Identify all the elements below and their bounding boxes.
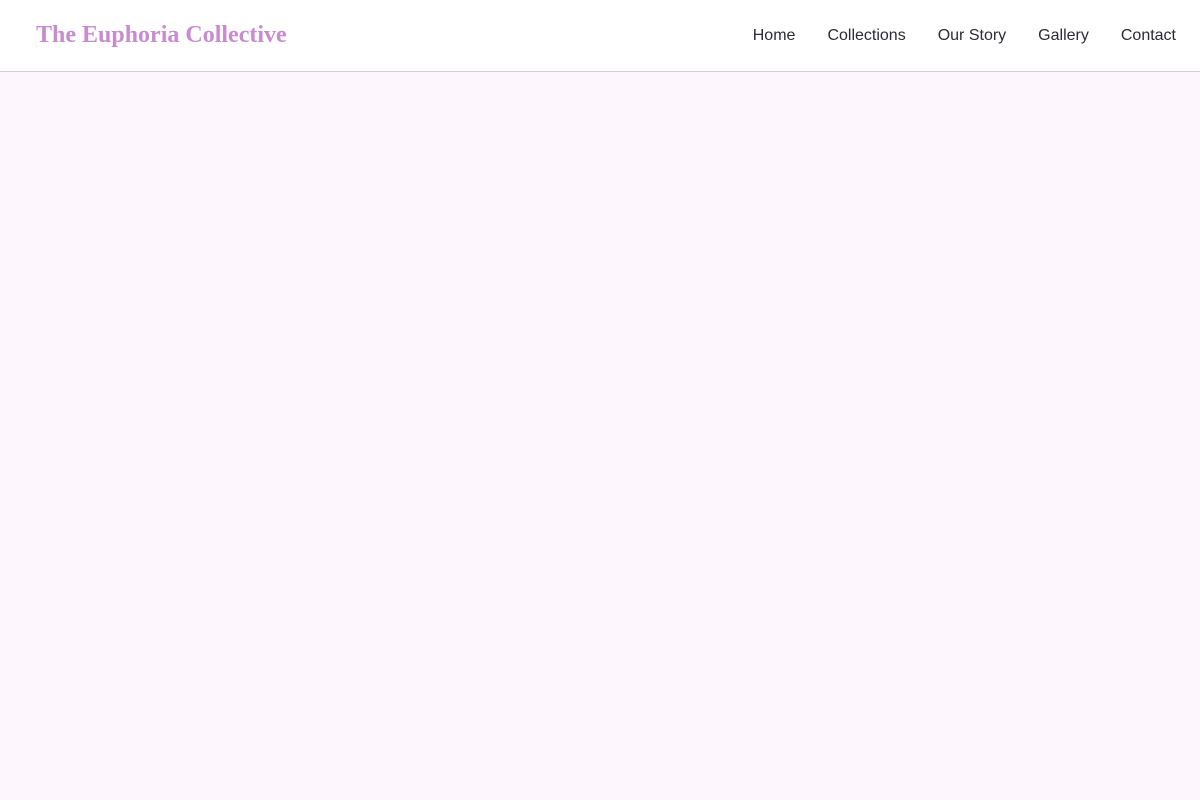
nav-item-collections: Collections: [827, 27, 905, 45]
main-navigation: Home Collections Our Story Gallery Conta…: [753, 27, 1176, 45]
nav-link-gallery[interactable]: Gallery: [1038, 27, 1089, 44]
nav-link-collections[interactable]: Collections: [827, 27, 905, 44]
nav-link-our-story[interactable]: Our Story: [938, 27, 1006, 44]
nav-list: Home Collections Our Story Gallery Conta…: [753, 27, 1176, 45]
nav-item-home: Home: [753, 27, 796, 45]
nav-link-contact[interactable]: Contact: [1121, 27, 1176, 44]
main-content-area: [0, 73, 1200, 800]
nav-link-home[interactable]: Home: [753, 27, 796, 44]
nav-item-gallery: Gallery: [1038, 27, 1089, 45]
nav-item-our-story: Our Story: [938, 27, 1006, 45]
site-header: The Euphoria Collective Home Collections…: [0, 0, 1200, 72]
brand-logo-link[interactable]: The Euphoria Collective: [36, 22, 287, 49]
nav-item-contact: Contact: [1121, 27, 1176, 45]
